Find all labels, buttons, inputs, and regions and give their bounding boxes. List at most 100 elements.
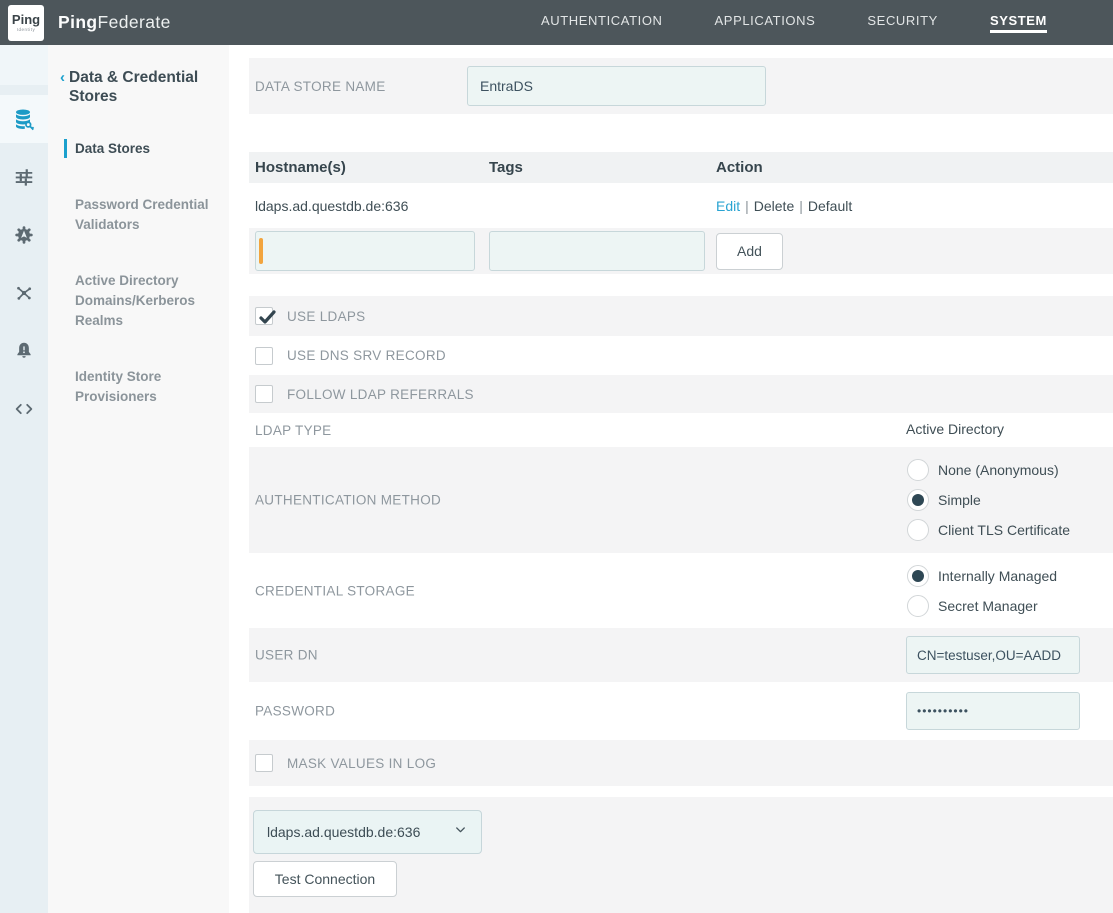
- password-input[interactable]: [906, 692, 1080, 730]
- ldap-type-label: LDAP TYPE: [255, 423, 332, 438]
- user-dn-label: USER DN: [255, 648, 318, 663]
- nav-security[interactable]: SECURITY: [867, 13, 938, 33]
- cred-option-internal: Internally Managed: [907, 565, 1057, 587]
- ldap-type-row: LDAP TYPE Active Directory: [249, 413, 1113, 447]
- sidebar-item-identity-store-provisioners[interactable]: Identity Store Provisioners: [64, 367, 212, 406]
- authentication-method-label: AUTHENTICATION METHOD: [255, 493, 441, 508]
- topbar: Ping Identity PingFederate AUTHENTICATIO…: [0, 0, 1113, 45]
- auth-option-none: None (Anonymous): [907, 459, 1070, 481]
- rail-item-alerts[interactable]: [0, 327, 48, 375]
- cred-internal-label: Internally Managed: [938, 568, 1057, 584]
- test-connection-button[interactable]: Test Connection: [253, 861, 397, 897]
- mask-values-row: MASK VALUES IN LOG: [249, 740, 1113, 786]
- required-caret-indicator: [259, 238, 263, 264]
- delete-link[interactable]: Delete: [754, 198, 794, 214]
- gear-arrow-icon: [13, 224, 35, 246]
- follow-referrals-row: FOLLOW LDAP REFERRALS: [249, 375, 1113, 413]
- sidebar-item-data-stores[interactable]: Data Stores: [64, 139, 212, 159]
- hostname-input[interactable]: [255, 231, 475, 271]
- app-title: PingFederate: [58, 12, 171, 33]
- nav-system[interactable]: SYSTEM: [990, 13, 1047, 33]
- sidebar-title: Data & Credential Stores: [69, 68, 207, 107]
- rail-item-code[interactable]: [0, 385, 48, 433]
- connector-icon: [13, 282, 35, 304]
- cred-internal-radio[interactable]: [907, 565, 929, 587]
- ping-logo[interactable]: Ping Identity: [8, 5, 44, 41]
- chevron-down-icon: [453, 822, 468, 842]
- auth-none-radio[interactable]: [907, 459, 929, 481]
- mask-values-checkbox[interactable]: [255, 754, 273, 772]
- use-dns-srv-label: USE DNS SRV RECORD: [287, 348, 446, 363]
- main-nav: AUTHENTICATION APPLICATIONS SECURITY SYS…: [541, 13, 1047, 33]
- add-host-row: Add: [249, 228, 1113, 274]
- hosts-table-header: Hostname(s) Tags Action: [249, 152, 1113, 183]
- alert-bell-icon: [13, 340, 35, 362]
- auth-client-tls-radio[interactable]: [907, 519, 929, 541]
- use-ldaps-row: USE LDAPS: [249, 296, 1113, 336]
- use-dns-srv-row: USE DNS SRV RECORD: [249, 336, 1113, 375]
- auth-option-simple: Simple: [907, 489, 1070, 511]
- host-select-dropdown[interactable]: ldaps.ad.questdb.de:636: [253, 810, 482, 854]
- use-ldaps-checkbox[interactable]: [255, 307, 273, 325]
- code-icon: [13, 398, 35, 420]
- follow-referrals-checkbox[interactable]: [255, 385, 273, 403]
- nav-authentication[interactable]: AUTHENTICATION: [541, 13, 663, 33]
- credential-storage-options: Internally Managed Secret Manager: [907, 565, 1057, 617]
- password-label: PASSWORD: [255, 704, 335, 719]
- user-dn-input[interactable]: [906, 636, 1080, 674]
- rail-item-sliders[interactable]: [0, 153, 48, 201]
- use-ldaps-label: USE LDAPS: [287, 309, 365, 324]
- main-content: DATA STORE NAME Hostname(s) Tags Action …: [229, 45, 1113, 913]
- sidebar: ‹ Data & Credential Stores Data Stores P…: [48, 45, 229, 913]
- authentication-method-options: None (Anonymous) Simple Client TLS Certi…: [907, 459, 1070, 541]
- auth-simple-radio[interactable]: [907, 489, 929, 511]
- host-table-row: ldaps.ad.questdb.de:636 Edit|Delete|Defa…: [249, 183, 1113, 228]
- auth-none-label: None (Anonymous): [938, 462, 1059, 478]
- host-select-value: ldaps.ad.questdb.de:636: [267, 824, 420, 840]
- cred-secret-manager-radio[interactable]: [907, 595, 929, 617]
- mask-values-label: MASK VALUES IN LOG: [287, 756, 436, 771]
- cred-secret-manager-label: Secret Manager: [938, 598, 1038, 614]
- col-tags: Tags: [489, 159, 716, 176]
- use-dns-srv-checkbox[interactable]: [255, 347, 273, 365]
- back-chevron-icon: ‹: [60, 68, 65, 107]
- cred-option-secret-manager: Secret Manager: [907, 595, 1057, 617]
- action-separator: |: [740, 198, 754, 214]
- col-hostnames: Hostname(s): [255, 159, 489, 176]
- edit-link[interactable]: Edit: [716, 198, 740, 214]
- icon-rail: [0, 45, 48, 913]
- rail-top-spacer: [0, 45, 48, 85]
- add-button[interactable]: Add: [716, 233, 783, 270]
- sidebar-items: Data Stores Password Credential Validato…: [48, 139, 229, 407]
- rail-item-gear[interactable]: [0, 211, 48, 259]
- data-store-name-row: DATA STORE NAME: [249, 58, 1113, 114]
- rail-item-data-stores[interactable]: [0, 95, 48, 143]
- col-action: Action: [716, 159, 1113, 176]
- data-stores-icon: [12, 107, 36, 131]
- default-link[interactable]: Default: [808, 198, 852, 214]
- password-row: PASSWORD: [249, 682, 1113, 740]
- sidebar-item-ad-domains-kerberos-realms[interactable]: Active Directory Domains/Kerberos Realms: [64, 271, 212, 330]
- auth-option-client-tls: Client TLS Certificate: [907, 519, 1070, 541]
- ping-logo-subtext: Identity: [17, 27, 36, 32]
- auth-client-tls-label: Client TLS Certificate: [938, 522, 1070, 538]
- action-separator: |: [794, 198, 808, 214]
- tags-input[interactable]: [489, 231, 705, 271]
- follow-referrals-label: FOLLOW LDAP REFERRALS: [287, 387, 474, 402]
- sidebar-item-password-credential-validators[interactable]: Password Credential Validators: [64, 195, 212, 234]
- nav-applications[interactable]: APPLICATIONS: [715, 13, 816, 33]
- sidebar-back[interactable]: ‹ Data & Credential Stores: [48, 68, 229, 107]
- data-store-name-input[interactable]: [467, 66, 766, 106]
- action-cell: Edit|Delete|Default: [716, 198, 1113, 214]
- sliders-icon: [13, 166, 35, 188]
- ldap-type-value: Active Directory: [906, 421, 1004, 437]
- authentication-method-row: AUTHENTICATION METHOD None (Anonymous) S…: [249, 447, 1113, 553]
- app-title-rest: Federate: [98, 12, 171, 32]
- credential-storage-row: CREDENTIAL STORAGE Internally Managed Se…: [249, 553, 1113, 628]
- rail-item-connector[interactable]: [0, 269, 48, 317]
- data-store-name-label: DATA STORE NAME: [255, 79, 386, 94]
- user-dn-row: USER DN: [249, 628, 1113, 682]
- test-connection-section: ldaps.ad.questdb.de:636 Test Connection: [249, 797, 1113, 913]
- credential-storage-label: CREDENTIAL STORAGE: [255, 583, 415, 598]
- ping-logo-text: Ping: [12, 13, 40, 26]
